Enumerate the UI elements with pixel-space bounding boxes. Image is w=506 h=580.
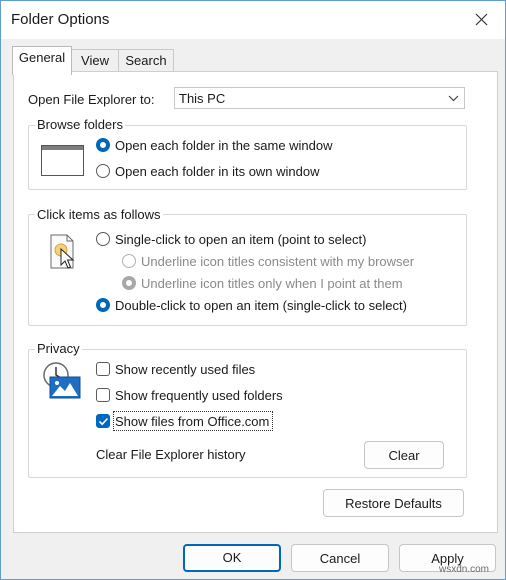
ok-label: OK — [222, 550, 242, 565]
checkbox-recent-files[interactable] — [96, 362, 110, 376]
recent-files-label: Show recently used files — [115, 362, 256, 377]
window-icon — [41, 145, 84, 176]
tab-general[interactable]: General — [12, 46, 72, 75]
underline-browser-label: Underline icon titles consistent with my… — [141, 254, 415, 269]
clear-button-label: Clear — [388, 448, 420, 463]
office-files-label: Show files from Office.com — [115, 414, 270, 429]
radio-own-window[interactable] — [96, 164, 110, 178]
radio-underline-point[interactable] — [122, 276, 136, 290]
title-bar[interactable]: Folder Options — [1, 1, 505, 39]
single-click-label: Single-click to open an item (point to s… — [115, 232, 367, 247]
cancel-button[interactable]: Cancel — [291, 544, 389, 572]
folder-options-window: Folder Options General View Search Open … — [0, 0, 506, 580]
radio-underline-browser[interactable] — [122, 254, 136, 268]
open-explorer-dropdown[interactable]: This PC — [174, 87, 465, 109]
underline-point-label: Underline icon titles only when I point … — [141, 276, 403, 291]
cancel-label: Cancel — [319, 551, 361, 566]
privacy-legend: Privacy — [35, 341, 82, 356]
own-window-label: Open each folder in its own window — [115, 164, 320, 179]
frequent-folders-label: Show frequently used folders — [115, 388, 283, 403]
watermark: wsxdn.com — [439, 564, 490, 575]
checkmark-icon — [98, 417, 109, 426]
privacy-icon — [43, 362, 81, 399]
tab-search-label: Search — [125, 53, 167, 68]
clear-history-label: Clear File Explorer history — [96, 447, 246, 462]
close-icon — [475, 13, 488, 26]
tab-general-label: General — [18, 50, 66, 65]
restore-defaults-label: Restore Defaults — [345, 496, 442, 511]
click-items-legend: Click items as follows — [35, 207, 163, 222]
tab-view[interactable]: View — [71, 49, 119, 73]
checkbox-frequent-folders[interactable] — [96, 388, 110, 402]
tab-view-label: View — [81, 53, 109, 68]
close-button[interactable] — [459, 1, 505, 39]
chevron-down-icon — [448, 95, 459, 102]
pointer-click-icon — [50, 234, 75, 269]
radio-double-click[interactable] — [96, 298, 110, 312]
open-explorer-label: Open File Explorer to: — [28, 92, 155, 107]
tab-search[interactable]: Search — [118, 49, 174, 73]
browse-folders-group — [28, 125, 467, 190]
clear-history-button[interactable]: Clear — [364, 441, 444, 469]
restore-defaults-button[interactable]: Restore Defaults — [323, 489, 464, 517]
same-window-label: Open each folder in the same window — [115, 138, 333, 153]
radio-single-click[interactable] — [96, 232, 110, 246]
window-title: Folder Options — [11, 11, 110, 28]
double-click-label: Double-click to open an item (single-cli… — [115, 298, 407, 313]
checkbox-office-files[interactable] — [96, 414, 110, 428]
open-explorer-value: This PC — [179, 91, 226, 106]
radio-same-window[interactable] — [96, 138, 110, 152]
browse-folders-legend: Browse folders — [35, 117, 125, 132]
ok-button[interactable]: OK — [183, 544, 281, 572]
